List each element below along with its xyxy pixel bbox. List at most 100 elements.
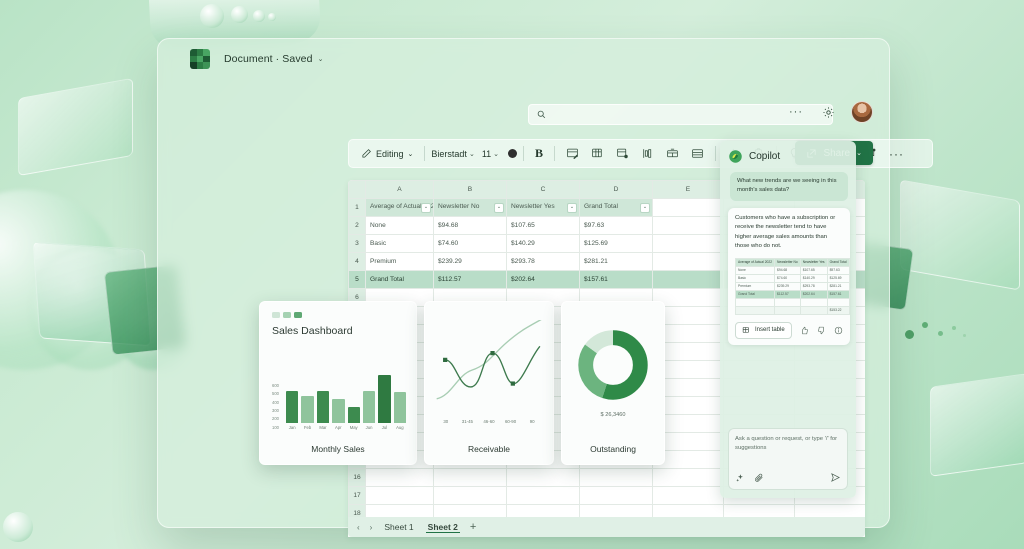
cell-e2[interactable] <box>652 216 724 235</box>
column-header-a[interactable]: A <box>365 180 434 199</box>
receivable-x-labels: 30 31-45 46-60 60-90 90 <box>435 419 543 424</box>
info-icon[interactable] <box>834 326 843 335</box>
title-bar: Document · Saved ⌄ <box>158 39 889 79</box>
mini-cell: Grand Total <box>826 257 850 267</box>
filter-dropdown-icon[interactable]: ⌄ <box>567 202 577 213</box>
column-header-b[interactable]: B <box>433 180 507 199</box>
cell-b2[interactable]: $94.68 <box>433 216 507 235</box>
font-size-label[interactable]: 11 <box>482 149 491 159</box>
column-header-e[interactable]: E <box>652 180 724 199</box>
cell-d16[interactable] <box>579 468 653 487</box>
thumbs-down-icon[interactable] <box>817 326 826 335</box>
column-header-c[interactable]: C <box>506 180 580 199</box>
search-input[interactable] <box>552 109 824 120</box>
font-name-chevron-down-icon[interactable]: ⌄ <box>469 150 475 158</box>
alignment-icon[interactable] <box>636 144 659 164</box>
cell-styles-icon[interactable] <box>561 144 584 164</box>
cell-d2[interactable]: $97.63 <box>579 216 653 235</box>
editing-mode-button[interactable]: Editing ⌄ <box>356 144 418 164</box>
cell-c17[interactable] <box>506 486 580 505</box>
cell-c5[interactable]: $202.64 <box>506 270 580 289</box>
filter-dropdown-icon[interactable]: ⌄ <box>421 202 431 213</box>
select-all-corner[interactable] <box>348 180 366 199</box>
mini-cell: $140.29 <box>799 273 828 283</box>
filter-dropdown-icon[interactable]: ⌄ <box>640 202 650 213</box>
cell-a1[interactable]: Average of Actual 2022 ⌄ <box>365 198 434 217</box>
document-title-chevron-down-icon[interactable]: ⌄ <box>318 55 324 63</box>
row-header-4[interactable]: 4 <box>348 252 366 271</box>
receivable-card: 30 31-45 46-60 60-90 90 Receivable <box>424 301 554 465</box>
send-icon[interactable] <box>830 472 841 483</box>
cell-b1[interactable]: Newsletter No ⌄ <box>433 198 507 217</box>
sheet-tab-sheet-2[interactable]: Sheet 2 <box>425 522 460 533</box>
cell-d17[interactable] <box>579 486 653 505</box>
cell-b4[interactable]: $239.29 <box>433 252 507 271</box>
mini-cell <box>734 297 776 307</box>
row-header-1[interactable]: 1 <box>348 198 366 217</box>
sheet-tab-sheet-1[interactable]: Sheet 1 <box>382 522 415 532</box>
cell-b17[interactable] <box>433 486 507 505</box>
cell-c1[interactable]: Newsletter Yes ⌄ <box>506 198 580 217</box>
cell-d5[interactable]: $157.61 <box>579 270 653 289</box>
row-header-5[interactable]: 5 <box>348 270 366 289</box>
cell-d1[interactable]: Grand Total ⌄ <box>579 198 653 217</box>
merge-cells-icon[interactable] <box>661 144 684 164</box>
accent-dot <box>938 331 943 336</box>
row-header-3[interactable]: 3 <box>348 234 366 253</box>
row-header-16[interactable]: 16 <box>348 468 366 487</box>
font-name-label[interactable]: Bierstadt <box>431 149 467 159</box>
copilot-input-area[interactable]: Ask a question or request, or type '/' f… <box>728 428 848 490</box>
cell-a3[interactable]: Basic <box>365 234 434 253</box>
sparkle-icon[interactable] <box>735 473 745 483</box>
more-options-icon[interactable]: ··· <box>787 103 805 121</box>
cell-a2[interactable]: None <box>365 216 434 235</box>
divider <box>424 146 426 161</box>
insert-table-button[interactable]: Insert table <box>735 321 792 339</box>
cell-b3[interactable]: $74.60 <box>433 234 507 253</box>
previous-sheet-arrow-icon[interactable]: ‹ <box>357 523 360 532</box>
mini-table-header: Average of Actual 2022 Newsletter No New… <box>734 257 850 267</box>
add-sheet-button[interactable]: + <box>470 521 476 533</box>
thumbs-up-icon[interactable] <box>800 326 809 335</box>
row-header-2[interactable]: 2 <box>348 216 366 235</box>
cell-c16[interactable] <box>506 468 580 487</box>
cell-d3[interactable]: $125.69 <box>579 234 653 253</box>
cell-d4[interactable]: $281.21 <box>579 252 653 271</box>
filter-dropdown-icon[interactable]: ⌄ <box>494 202 504 213</box>
row-header-17[interactable]: 17 <box>348 486 366 505</box>
gear-icon[interactable] <box>819 103 837 121</box>
cell-c3[interactable]: $140.29 <box>506 234 580 253</box>
cell-b16[interactable] <box>433 468 507 487</box>
next-sheet-arrow-icon[interactable]: › <box>370 523 373 532</box>
cell-c2[interactable]: $107.65 <box>506 216 580 235</box>
cell-e17[interactable] <box>652 486 724 505</box>
font-color-swatch[interactable] <box>508 149 518 158</box>
cell-e5[interactable] <box>652 270 724 289</box>
attachment-paperclip-icon[interactable] <box>754 473 764 483</box>
cell-e4[interactable] <box>652 252 724 271</box>
cell-a4[interactable]: Premium <box>365 252 434 271</box>
bar-jan <box>286 390 299 423</box>
column-header-d[interactable]: D <box>579 180 653 199</box>
mini-cell: Newsletter No <box>774 257 801 267</box>
wrap-text-icon[interactable] <box>686 144 709 164</box>
share-chevron-down-icon: ⌄ <box>856 150 862 157</box>
cell-a17[interactable] <box>365 486 434 505</box>
table-settings-icon[interactable] <box>611 144 634 164</box>
ribbon-more-icon[interactable]: ··· <box>884 144 909 164</box>
cell-d1-text: Grand Total <box>584 203 618 211</box>
cell-c4[interactable]: $293.78 <box>506 252 580 271</box>
mini-table-row: $153.22 <box>734 305 850 315</box>
cell-e16[interactable] <box>652 468 724 487</box>
cell-e3[interactable] <box>652 234 724 253</box>
font-size-chevron-down-icon[interactable]: ⌄ <box>493 150 499 158</box>
insert-table-icon[interactable] <box>586 144 609 164</box>
cell-a5[interactable]: Grand Total <box>365 270 434 289</box>
avatar[interactable] <box>851 101 873 123</box>
bold-button[interactable]: B <box>530 144 548 164</box>
cell-b5[interactable]: $112.57 <box>433 270 507 289</box>
mini-cell: $97.63 <box>826 265 850 275</box>
pearl-shape <box>268 13 276 21</box>
cell-a16[interactable] <box>365 468 434 487</box>
cell-e1[interactable] <box>652 198 724 217</box>
